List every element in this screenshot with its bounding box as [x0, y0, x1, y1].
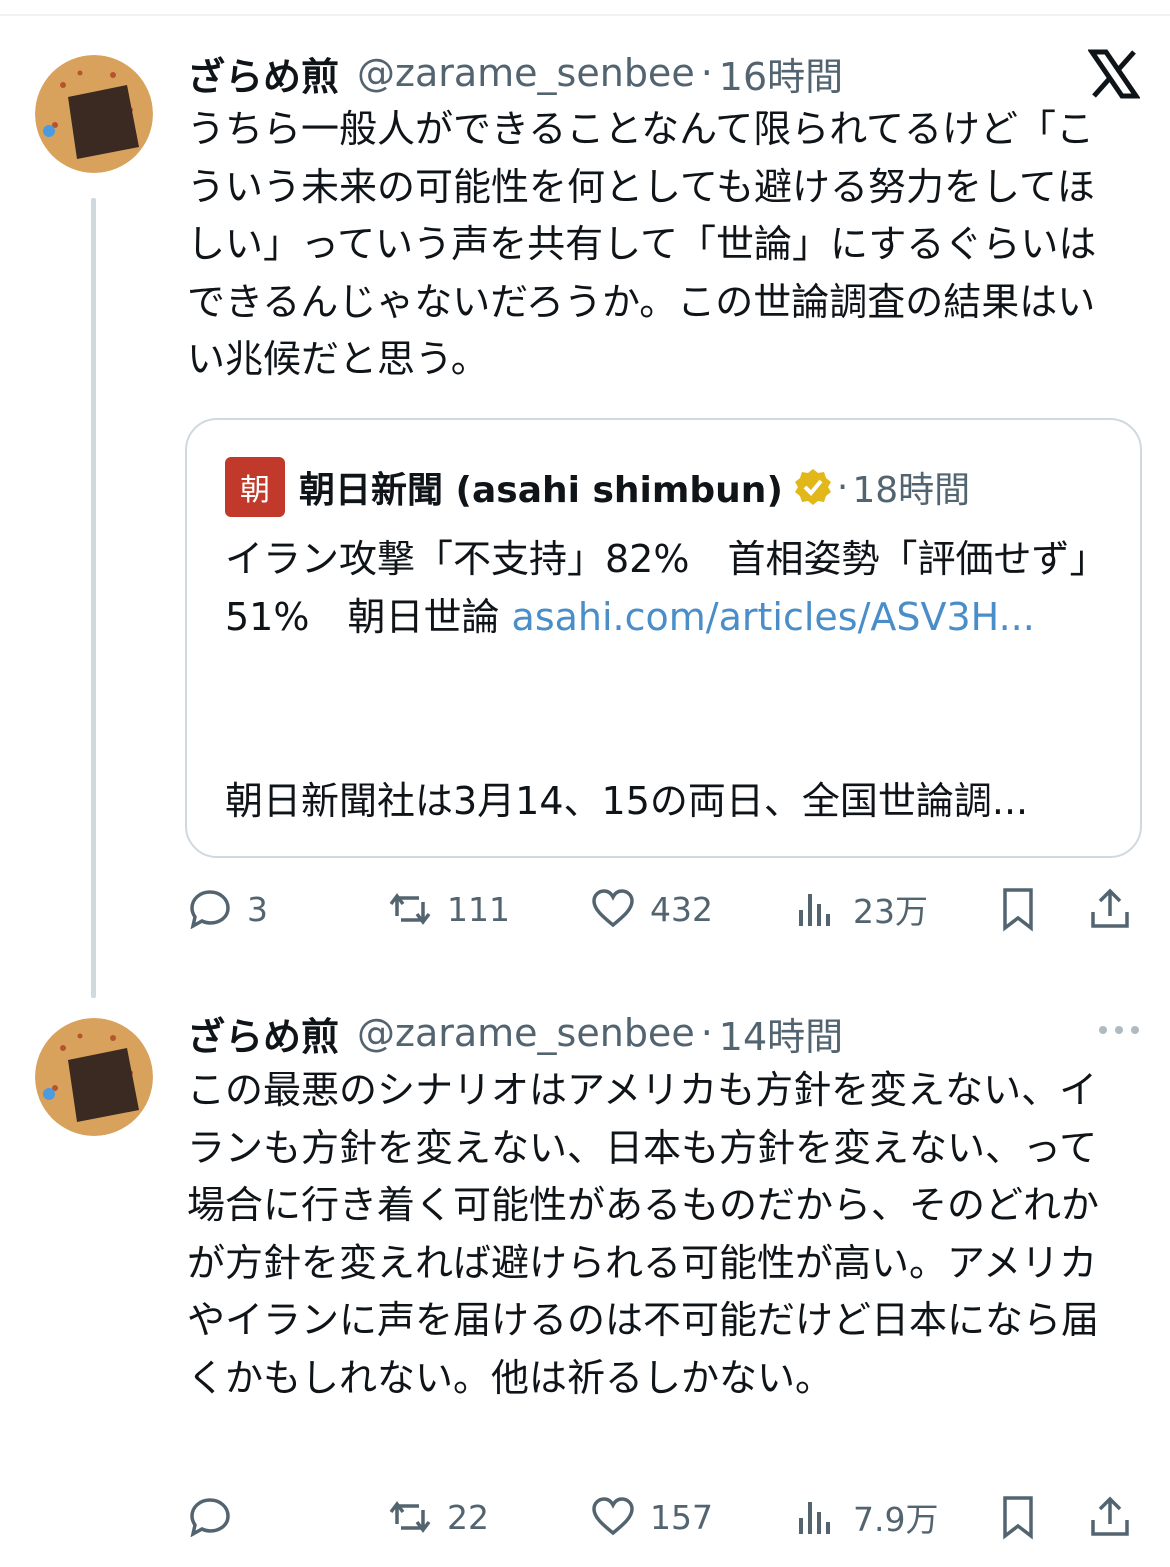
share-icon: [1091, 888, 1129, 928]
repost-count: 22: [447, 1497, 489, 1537]
tweet-text: この最悪のシナリオはアメリカも方針を変えない、イランも方針を変えない、日本も方針…: [187, 1068, 1100, 1400]
share-button[interactable]: [1087, 882, 1133, 936]
quote-snippet: 朝日新聞社は3月14、15の両日、全国世論調...: [225, 779, 1029, 823]
top-divider: [0, 14, 1170, 16]
tweet-actions: 3 111 432 23万: [187, 882, 1142, 936]
senbei-avatar-icon: [35, 1018, 153, 1136]
like-count: 432: [650, 889, 713, 929]
tweet-actions: 22 157 7.9万: [187, 1490, 1142, 1544]
tweet-header: ざらめ煎 @zarame_senbee · 14時間: [187, 1006, 843, 1061]
repost-icon: [389, 893, 431, 925]
user-handle[interactable]: @zarame_senbee: [357, 1011, 695, 1055]
quote-timestamp: 18時間: [852, 470, 971, 511]
tweet-text: うちら一般人ができることなんて限られてるけど「こういう未来の可能性を何としても避…: [187, 107, 1097, 381]
separator-dot: ·: [700, 1011, 713, 1055]
user-handle[interactable]: @zarame_senbee: [357, 51, 695, 95]
share-icon: [1091, 1496, 1129, 1536]
thread-connector-line: [91, 198, 96, 998]
quote-link[interactable]: asahi.com/articles/ASV3H...: [512, 595, 1035, 639]
views-button[interactable]: 7.9万: [793, 1490, 938, 1544]
separator-dot: ·: [836, 466, 849, 508]
bookmark-icon: [1003, 1496, 1033, 1540]
repost-button[interactable]: 22: [387, 1490, 489, 1544]
more-icon[interactable]: [1097, 1018, 1141, 1042]
reply-count: 3: [247, 889, 268, 929]
quote-text: イラン攻撃「不支持」82% 首相姿勢「評価せず」51% 朝日世論 asahi.c…: [225, 530, 1105, 646]
repost-count: 111: [447, 889, 510, 929]
heart-icon: [592, 889, 634, 928]
repost-icon: [389, 1501, 431, 1533]
display-name[interactable]: ざらめ煎: [187, 1006, 339, 1061]
timestamp[interactable]: 14時間: [719, 1006, 843, 1061]
timestamp[interactable]: 16時間: [719, 46, 843, 101]
quote-display-name: 朝日新聞 (asahi shimbun): [299, 470, 783, 511]
heart-icon: [592, 1497, 634, 1536]
tweet-header: ざらめ煎 @zarame_senbee · 16時間: [187, 46, 843, 101]
like-button[interactable]: 157: [590, 1490, 713, 1544]
x-logo-icon: [1087, 48, 1141, 100]
asahi-logo-icon: 朝: [225, 457, 285, 517]
views-button[interactable]: 23万: [793, 882, 928, 936]
quote-tweet-card[interactable]: 朝 朝日新聞 (asahi shimbun) · 18時間 イラン攻撃「不支持」…: [185, 418, 1142, 858]
separator-dot: ·: [700, 51, 713, 95]
reply-button[interactable]: 3: [187, 882, 268, 936]
avatar[interactable]: [35, 55, 153, 173]
bookmark-button[interactable]: [995, 1490, 1041, 1544]
display-name[interactable]: ざらめ煎: [187, 46, 339, 101]
repost-button[interactable]: 111: [387, 882, 510, 936]
reply-button[interactable]: [187, 1490, 247, 1544]
view-count: 7.9万: [853, 1500, 939, 1539]
views-icon: [799, 1502, 830, 1534]
view-count: 23万: [853, 892, 928, 931]
like-count: 157: [650, 1497, 713, 1537]
verified-badge-icon: [794, 469, 831, 505]
like-button[interactable]: 432: [590, 882, 713, 936]
quote-header: 朝 朝日新聞 (asahi shimbun) · 18時間: [225, 457, 971, 517]
bookmark-button[interactable]: [995, 882, 1041, 936]
avatar[interactable]: [35, 1018, 153, 1136]
views-icon: [799, 894, 830, 926]
bookmark-icon: [1003, 888, 1033, 932]
share-button[interactable]: [1087, 1490, 1133, 1544]
senbei-avatar-icon: [35, 55, 153, 173]
reply-icon: [190, 890, 230, 930]
reply-icon: [190, 1498, 230, 1538]
